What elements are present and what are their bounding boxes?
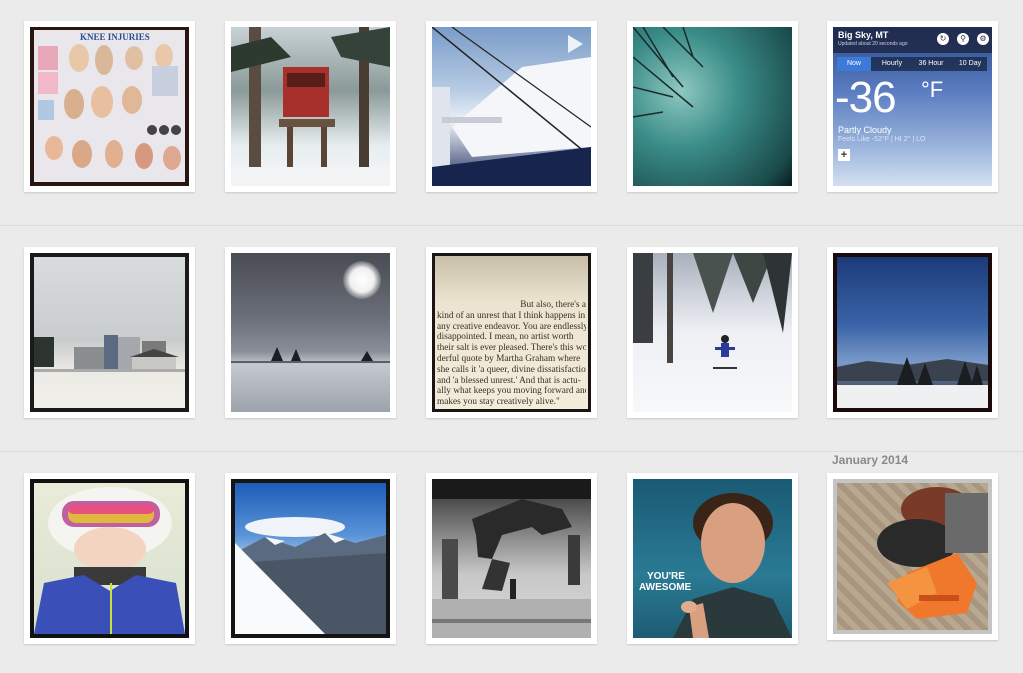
tab-10-day[interactable]: 10 Day <box>953 57 987 71</box>
meme-caption: YOU'RE AWESOME <box>639 571 691 593</box>
photo-sun-snowfield <box>231 253 390 412</box>
mountains-graphic <box>235 517 386 634</box>
photo-mountain-range <box>231 479 390 638</box>
weather-feels-like: Feels Like -52°F | HI 2° | LO <box>838 136 926 143</box>
photo-tile-sun-snowfield[interactable] <box>225 247 396 418</box>
weather-condition: Partly Cloudy <box>838 125 892 135</box>
goggles-selfie-graphic <box>34 487 185 634</box>
photo-teal-sky <box>633 27 792 186</box>
photo-awesome-meme: YOU'RE AWESOME <box>633 479 792 638</box>
add-location-icon[interactable]: + <box>838 149 850 161</box>
book-line: she calls it 'a queer, divine dissatisfa… <box>437 364 586 375</box>
trees-horizon-graphic <box>231 347 390 363</box>
skier-graphic <box>633 253 792 369</box>
photo-tile-teal-sky[interactable] <box>627 21 798 192</box>
photo-tile-night-sky[interactable] <box>827 247 998 418</box>
book-line: their salt is ever pleased. There's this… <box>437 343 586 354</box>
book-line: kind of an unrest that I think happens i… <box>437 310 586 321</box>
tree-stand-graphic <box>231 27 390 186</box>
photo-dinosaur <box>432 479 591 638</box>
photo-tile-weather[interactable]: Big Sky, MT Updated about 20 seconds ago… <box>827 21 998 192</box>
photo-book-quote: But also, there's a kind of an unrest th… <box>432 253 591 412</box>
meme-caption-line-1: YOU'RE <box>647 571 685 582</box>
refresh-icon[interactable]: ↻ <box>937 33 949 45</box>
play-video-icon[interactable] <box>568 35 583 53</box>
bare-branches-graphic <box>633 27 704 118</box>
book-line: ally what keeps you moving forward and <box>437 386 586 397</box>
tab-36-hour[interactable]: 36 Hour <box>913 57 949 71</box>
photo-tile-tree-stand[interactable] <box>225 21 396 192</box>
photo-ski-lift <box>432 27 591 186</box>
book-quote-text: But also, there's a kind of an unrest th… <box>435 300 588 408</box>
weather-temperature: -36 <box>835 73 897 122</box>
book-line: derful quote by Martha Graham where <box>437 353 581 364</box>
building-graphic <box>34 335 185 372</box>
book-line: makes you stay creatively alive." <box>437 397 560 408</box>
night-trees-graphic <box>837 357 988 408</box>
photo-tile-dinosaur[interactable] <box>426 473 597 644</box>
month-section-label: January 2014 <box>832 453 909 467</box>
weather-location: Big Sky, MT <box>838 30 889 40</box>
dinosaur-graphic <box>432 479 591 638</box>
knee-diagram-graphic <box>38 44 181 170</box>
photo-goggles-selfie <box>30 479 189 638</box>
photo-weather-screenshot: Big Sky, MT Updated about 20 seconds ago… <box>833 27 992 186</box>
photo-tile-industrial-building[interactable] <box>24 247 195 418</box>
search-icon[interactable]: ⚲ <box>957 33 969 45</box>
book-line: and 'a blessed unrest.' And that is actu… <box>437 375 581 386</box>
tab-hourly[interactable]: Hourly <box>875 57 909 71</box>
photo-tile-ski-lift[interactable] <box>426 21 597 192</box>
book-line: But also, there's a <box>520 300 586 310</box>
photo-night-sky <box>833 253 992 412</box>
meme-caption-line-2: AWESOME <box>639 582 692 593</box>
photo-tile-book-quote[interactable]: But also, there's a kind of an unrest th… <box>426 247 597 418</box>
meme-person-graphic <box>673 493 792 638</box>
photo-skier <box>633 253 792 412</box>
settings-icon[interactable]: ⚙ <box>977 33 989 45</box>
photo-tree-stand <box>231 27 390 186</box>
photo-tile-knee-injuries[interactable]: KNEE INJURIES <box>24 21 195 192</box>
weather-updated: Updated about 20 seconds ago <box>838 41 908 47</box>
photo-tile-skier[interactable] <box>627 247 798 418</box>
photo-tile-ski-boots[interactable] <box>827 473 998 640</box>
photo-industrial-building <box>30 253 189 412</box>
ski-boots-graphic <box>877 487 988 619</box>
photo-knee-injuries: KNEE INJURIES <box>30 27 189 186</box>
book-line: disappointed. I mean, no artist worth <box>437 332 574 343</box>
photo-tile-awesome-meme[interactable]: YOU'RE AWESOME <box>627 473 798 644</box>
weather-unit: °F <box>921 77 944 102</box>
photo-ski-boots <box>833 479 992 634</box>
book-line: any creative endeavor. You are endlessly <box>437 321 586 332</box>
photo-tile-goggles-selfie[interactable] <box>24 473 195 644</box>
photo-tile-mountain-range[interactable] <box>225 473 396 644</box>
tab-now[interactable]: Now <box>837 57 871 71</box>
